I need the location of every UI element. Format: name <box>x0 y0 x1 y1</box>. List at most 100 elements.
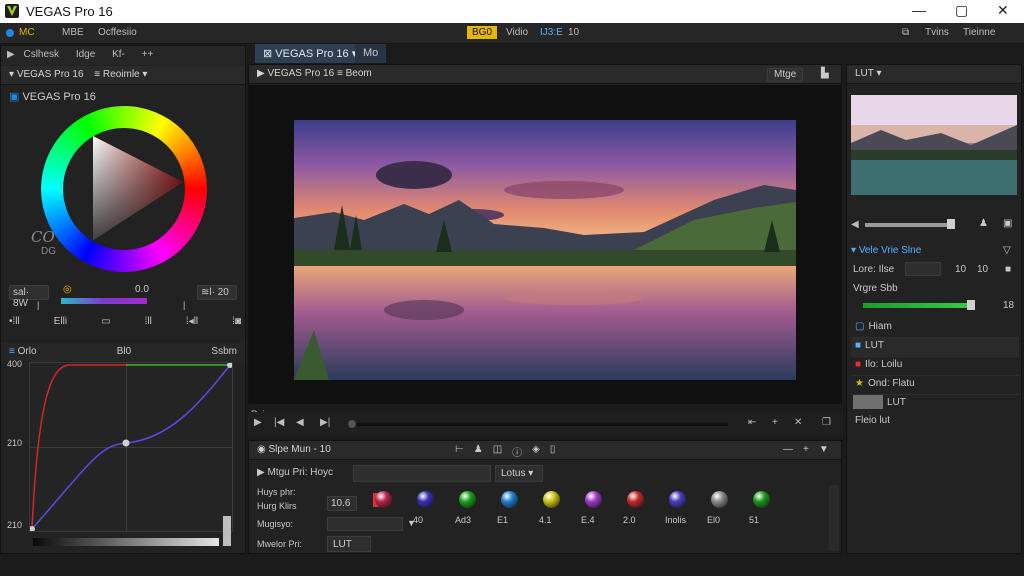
orb-value: E.4 <box>581 515 595 525</box>
lut-title: LUT <box>855 68 874 79</box>
split-icon[interactable]: ⇤ <box>748 417 756 428</box>
play-button[interactable]: ▶ <box>254 417 262 428</box>
lut-list-item[interactable]: ★ Ond: Flatu <box>851 376 1019 395</box>
hue-slider[interactable] <box>61 298 147 304</box>
row-field-2[interactable]: 10.6 <box>327 496 357 511</box>
color-orb[interactable] <box>417 491 434 508</box>
menu-item-10[interactable]: 10 <box>568 27 579 38</box>
toolbar-item-check[interactable]: Cslhesk <box>23 49 59 60</box>
curves-graph[interactable] <box>29 362 233 532</box>
minus-icon[interactable]: — <box>783 444 793 455</box>
triangle-icon[interactable]: ▽ <box>1003 245 1011 256</box>
curves-lines[interactable] <box>30 363 232 531</box>
toolbar-item-kf[interactable]: Kf- <box>112 49 125 60</box>
gradient-slider[interactable] <box>33 538 219 546</box>
rewind-button[interactable]: ◀ <box>296 417 304 428</box>
color-orb[interactable] <box>459 491 476 508</box>
collapse-icon[interactable]: ▾ <box>9 69 14 80</box>
color-wheel[interactable] <box>41 106 207 272</box>
color-orb[interactable] <box>543 491 560 508</box>
maximize-button[interactable]: ▢ <box>955 2 968 19</box>
prev-frame-button[interactable]: |◀ <box>274 417 284 428</box>
color-orb[interactable] <box>753 491 770 508</box>
color-orb[interactable] <box>375 491 392 508</box>
users-icon[interactable]: ♟ <box>474 444 483 459</box>
preset-dropdown[interactable]: Reoimle <box>103 69 140 80</box>
tool-bars-icon[interactable]: •⁞ll <box>9 316 20 327</box>
chevron-down-icon[interactable]: ▾ <box>142 69 147 80</box>
menu-lines-icon[interactable]: ≡ <box>337 68 343 79</box>
menu-item-mbe[interactable]: MBE <box>62 27 84 38</box>
tool-level-icon[interactable]: ⁞ll <box>145 316 152 327</box>
curve-handle[interactable] <box>223 516 231 546</box>
chevron-down-icon[interactable]: ▾ <box>877 68 882 79</box>
color-orb[interactable] <box>627 491 644 508</box>
vgre-slider[interactable] <box>863 303 969 308</box>
crosshair-icon[interactable]: + <box>772 417 778 428</box>
close-button[interactable]: ✕ <box>997 2 1009 19</box>
plus-icon[interactable]: + <box>803 444 809 455</box>
color-orb[interactable] <box>711 491 728 508</box>
menu-item-bg0[interactable]: BG0 <box>467 26 498 39</box>
tool-step-icon[interactable]: ⁞◂ll <box>186 316 198 327</box>
lock-icon[interactable]: ▙ <box>821 68 829 79</box>
toolbar-item-edge[interactable]: Idge <box>76 49 95 60</box>
tool-rect-icon[interactable]: ▭ <box>101 316 110 327</box>
funnel-icon[interactable]: ▼ <box>819 444 829 455</box>
user-icon[interactable]: ♟ <box>979 218 988 229</box>
left-mini-button[interactable]: sal· 8W <box>9 285 49 309</box>
scrub-handle[interactable] <box>348 420 356 428</box>
color-orb[interactable] <box>669 491 686 508</box>
menu-lines-icon[interactable]: ≡ <box>94 69 100 80</box>
preview-mode-button[interactable]: Mtge <box>767 68 804 82</box>
row-field-1[interactable] <box>353 465 491 482</box>
menu-item-options[interactable]: Ocffesiio <box>98 27 137 38</box>
lut-list-item[interactable]: ▢ Hiam <box>851 319 1019 338</box>
menu-item-tieinne[interactable]: Tieinne <box>963 27 995 38</box>
camera-icon[interactable]: ◫ <box>493 444 502 459</box>
right-mini-button[interactable]: ≋l· 20 <box>197 285 237 300</box>
play-small-icon[interactable]: ▶ <box>7 49 15 60</box>
tab-mo[interactable]: Mo <box>355 44 387 63</box>
color-orb[interactable] <box>501 491 518 508</box>
tool-fill-icon[interactable]: ⁞◙ <box>232 316 241 327</box>
close-x-icon[interactable]: ✕ <box>794 417 802 428</box>
tab-vegas[interactable]: ⊠ VEGAS Pro 16 ▾ <box>255 44 366 63</box>
stop-icon[interactable]: ■ <box>1005 264 1011 275</box>
color-triangle[interactable] <box>41 106 207 272</box>
color-orb[interactable] <box>585 491 602 508</box>
menu-item-ij3e[interactable]: IJ3:E <box>540 27 563 38</box>
tag-icon[interactable]: ◈ <box>532 444 540 459</box>
menu-item-tvins[interactable]: Tvins <box>925 27 949 38</box>
row-field-4[interactable]: LUT <box>327 536 371 552</box>
minimize-button[interactable]: — <box>912 2 926 18</box>
lut-list-item[interactable]: ■ Ilo: Loilu <box>851 357 1019 376</box>
scrub-track[interactable] <box>348 423 728 426</box>
thumbnail-slider-handle[interactable] <box>947 219 955 229</box>
toolbar-item-add[interactable]: ++ <box>142 49 154 60</box>
params-scrollbar[interactable] <box>829 485 839 551</box>
section1-field[interactable] <box>905 262 941 276</box>
grid-icon[interactable]: ▣ <box>1003 218 1012 229</box>
slider-left-arrow[interactable]: ◀ <box>851 219 859 230</box>
curves-lines-icon[interactable]: ≡ <box>9 346 15 357</box>
lut-list-item[interactable]: ■ LUT <box>851 338 1019 357</box>
eyedropper-icon[interactable]: ◎ <box>63 284 72 295</box>
menu-item-video[interactable]: Vidio <box>506 27 528 38</box>
row-dropdown-1[interactable]: Lotus ▾ <box>495 465 543 482</box>
orb-value: 51 <box>749 515 760 525</box>
section1-value2: 10 <box>977 264 989 275</box>
trim-icon[interactable]: ⊢ <box>455 444 464 459</box>
thumbnail-slider[interactable] <box>865 223 949 227</box>
slider-min-tick: | <box>37 300 40 310</box>
copy-icon[interactable]: ❐ <box>822 417 831 428</box>
filter-icon[interactable]: ▯ <box>550 444 556 459</box>
layout-icon[interactable]: ⧉ <box>902 27 909 38</box>
play-header-icon[interactable]: ▶ <box>257 68 265 79</box>
preview-dropdown[interactable]: Beom <box>346 68 372 79</box>
vgre-handle[interactable] <box>967 300 975 310</box>
menu-item-mc[interactable]: MC <box>19 27 35 38</box>
info-icon[interactable]: ⓘ <box>512 444 522 459</box>
next-frame-button[interactable]: ▶| <box>320 417 330 428</box>
tool-elli-icon[interactable]: Elli <box>54 316 67 327</box>
